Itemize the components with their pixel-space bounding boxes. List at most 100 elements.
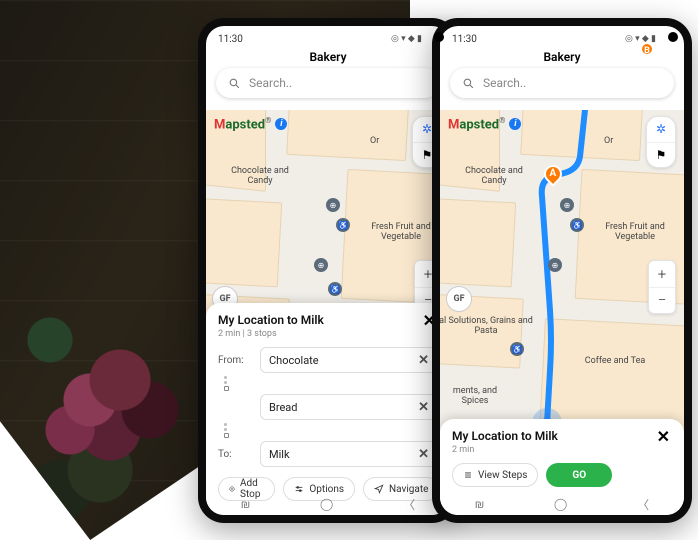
map-canvas[interactable]: Mapsted® i Or Chocolate and Candy Fresh … <box>206 110 450 515</box>
from-input[interactable]: Chocolate ✕ <box>260 347 438 373</box>
poi-icon[interactable]: ♿ <box>336 218 350 232</box>
list-icon <box>463 470 473 480</box>
waypoint-connector <box>218 376 438 391</box>
waypoint-row: From: Chocolate ✕ <box>218 347 438 373</box>
home-icon[interactable]: ◯ <box>320 497 333 511</box>
poi-icon[interactable]: ♿ <box>510 342 524 356</box>
status-time: 11:30 <box>218 34 243 45</box>
recent-apps-icon[interactable]: ₪ <box>241 497 250 511</box>
map-label-chocolate: Chocolate and Candy <box>454 166 534 187</box>
view-steps-label: View Steps <box>478 470 527 481</box>
phone-left: 11:30 ◎ ▾ ◆ ▮ Bakery Search.. Mapsted® i… <box>198 18 458 523</box>
brand-m: M <box>448 117 459 132</box>
map-label-coffee: Coffee and Tea <box>580 356 650 366</box>
waypoints-list: From: Chocolate ✕ Bread ✕ <box>218 347 438 467</box>
map-zoom-control: + − <box>648 260 676 314</box>
search-icon <box>462 77 475 90</box>
brand-rest: apsted <box>459 117 499 132</box>
front-camera <box>668 32 678 42</box>
store-block <box>206 198 282 288</box>
map-label-solutions: al Solutions, Grains and Pasta <box>440 316 536 337</box>
map-label-fruit: Fresh Fruit and Vegetable <box>600 222 670 243</box>
search-input[interactable]: Search.. <box>450 68 674 98</box>
back-icon[interactable]: 〈 <box>403 496 415 513</box>
poi-icon[interactable]: ♿ <box>328 282 342 296</box>
info-icon[interactable]: i <box>275 118 287 130</box>
recent-apps-icon[interactable]: ₪ <box>475 497 484 511</box>
poi-icon[interactable]: ♿ <box>570 218 584 232</box>
map-control-compass[interactable]: ✲ ⚑ <box>646 116 676 168</box>
brand-reg: ® <box>499 116 505 125</box>
brand-rest: apsted <box>225 117 265 132</box>
screen: 11:30 ◎ ▾ ◆ ▮ Bakery B Search.. Mapsted® <box>440 26 684 515</box>
poi-icon[interactable]: ⊕ <box>326 198 340 212</box>
sheet-actions: View Steps GO <box>452 463 672 487</box>
clear-icon[interactable]: ✕ <box>418 400 429 415</box>
page-title-text: Bakery <box>309 50 346 64</box>
sheet-title: My Location to Milk <box>452 429 558 443</box>
sheet-meta: 2 min | 3 stops <box>218 329 324 339</box>
waypoint-row: Bread ✕ <box>218 394 438 420</box>
to-label: To: <box>218 449 252 460</box>
poi-icon[interactable]: ⊕ <box>548 258 562 272</box>
page-title: Bakery B <box>440 48 684 68</box>
map-label-organic: Or <box>370 136 379 146</box>
store-block <box>440 198 516 288</box>
to-input[interactable]: Milk ✕ <box>260 441 438 467</box>
via-input[interactable]: Bread ✕ <box>260 394 438 420</box>
poi-icon[interactable]: ⊕ <box>560 198 574 212</box>
status-icons: ◎ ▾ ◆ ▮ <box>391 34 422 44</box>
search-placeholder: Search.. <box>249 76 292 90</box>
close-icon[interactable]: ✕ <box>655 429 672 445</box>
map-label-fruit: Fresh Fruit and Vegetable <box>366 222 436 243</box>
status-time: 11:30 <box>452 34 477 45</box>
phone-right: 11:30 ◎ ▾ ◆ ▮ Bakery B Search.. Mapsted® <box>432 18 692 523</box>
route-sheet: My Location to Milk 2 min | 3 stops ✕ Fr… <box>206 303 450 515</box>
brand-logo: Mapsted® i <box>214 116 287 132</box>
sheet-meta: 2 min <box>452 445 558 455</box>
brand-reg: ® <box>265 116 271 125</box>
sheet-title: My Location to Milk <box>218 313 324 327</box>
compass-icon[interactable]: ✲ <box>647 117 675 143</box>
search-placeholder: Search.. <box>483 76 526 90</box>
view-steps-button[interactable]: View Steps <box>452 463 538 487</box>
zoom-in-button[interactable]: + <box>649 261 675 288</box>
connector-dots-icon <box>218 423 252 438</box>
origin-marker-a-icon <box>540 161 565 186</box>
destination-marker-b-icon: B <box>640 42 654 56</box>
gf-badge[interactable]: GF <box>446 286 472 312</box>
home-icon[interactable]: ◯ <box>554 497 567 511</box>
route-sheet: My Location to Milk 2 min ✕ View Steps G… <box>440 419 684 515</box>
system-nav-bar: ₪ ◯ 〈 <box>440 493 684 515</box>
clear-icon[interactable]: ✕ <box>418 447 429 462</box>
go-label: GO <box>572 470 586 481</box>
page-title: Bakery <box>206 48 450 68</box>
front-camera <box>434 32 444 42</box>
search-input[interactable]: Search.. <box>216 68 440 98</box>
page-title-text: Bakery <box>543 50 580 64</box>
store-block <box>286 110 410 161</box>
go-button[interactable]: GO <box>546 463 612 487</box>
system-nav-bar: ₪ ◯ 〈 <box>206 493 450 515</box>
accessibility-toggle-icon[interactable]: ⚑ <box>647 143 675 168</box>
connector-dots-icon <box>218 376 252 391</box>
status-icons: ◎ ▾ ◆ ▮ <box>625 34 656 44</box>
via-value: Bread <box>269 401 298 414</box>
map-canvas[interactable]: Mapsted® i Or Chocolate and Candy Fresh … <box>440 110 684 515</box>
clear-icon[interactable]: ✕ <box>418 353 429 368</box>
zoom-out-button[interactable]: − <box>649 288 675 314</box>
poi-icon[interactable]: ⊕ <box>314 258 328 272</box>
info-icon[interactable]: i <box>509 118 521 130</box>
status-bar: 11:30 ◎ ▾ ◆ ▮ <box>206 26 450 48</box>
waypoint-row: To: Milk ✕ <box>218 441 438 467</box>
from-label: From: <box>218 355 252 366</box>
waypoint-connector <box>218 423 438 438</box>
brand-logo: Mapsted® i <box>448 116 521 132</box>
store-block <box>520 110 644 161</box>
map-label-organic: Or <box>604 136 613 146</box>
back-icon[interactable]: 〈 <box>637 496 649 513</box>
map-label-chocolate: Chocolate and Candy <box>220 166 300 187</box>
search-icon <box>228 77 241 90</box>
map-label-spices: ments, and Spices <box>440 386 510 407</box>
to-value: Milk <box>269 448 290 461</box>
